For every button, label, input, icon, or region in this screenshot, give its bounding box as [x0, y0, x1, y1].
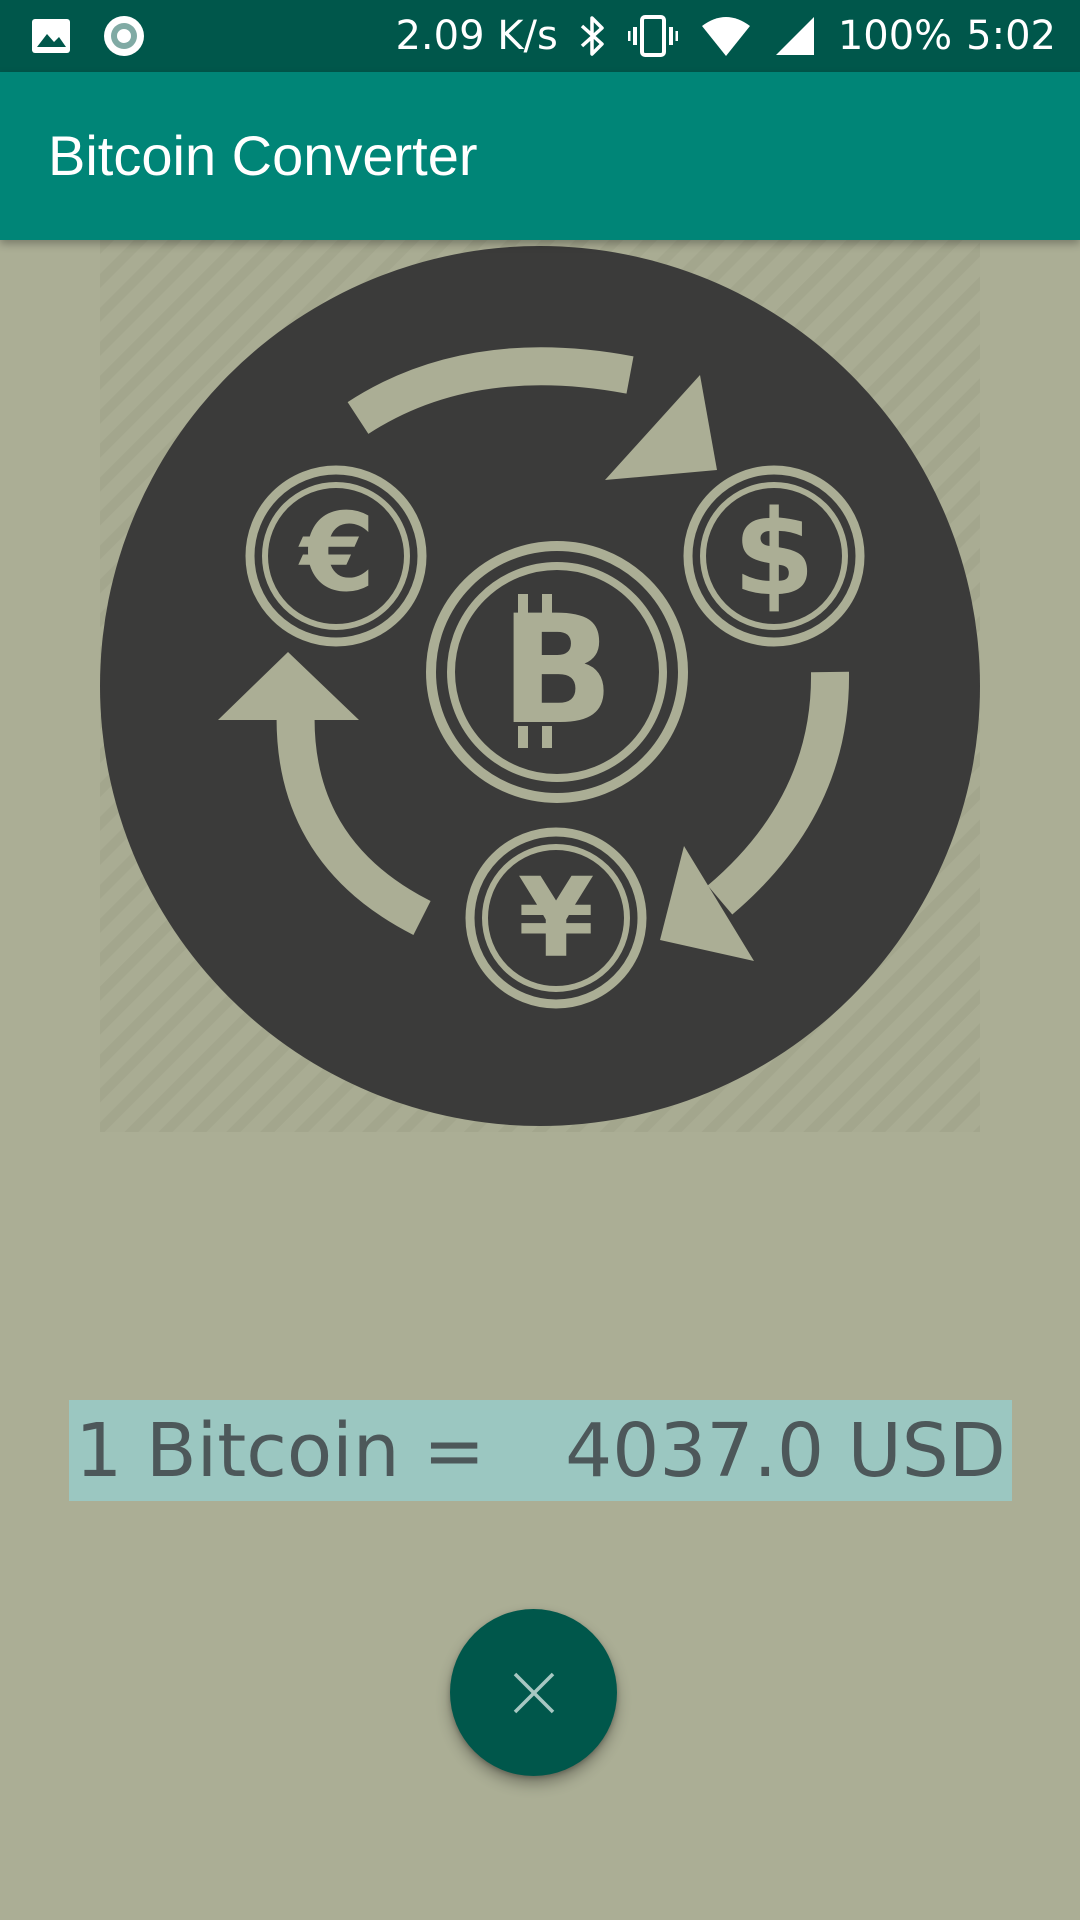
bluetooth-icon	[580, 14, 606, 58]
rate-display: 1 Bitcoin = 4037.0 USD	[69, 1400, 1012, 1501]
svg-text:$: $	[733, 484, 815, 622]
euro-icon: €	[245, 465, 427, 647]
rate-label: 1 Bitcoin =	[75, 1407, 486, 1494]
wifi-icon	[700, 16, 752, 56]
image-icon	[30, 17, 72, 55]
rate-value: 4037.0 USD	[565, 1407, 1006, 1494]
app-title: Bitcoin Converter	[48, 124, 478, 187]
battery-level: 100%	[837, 13, 953, 59]
close-button[interactable]	[450, 1609, 617, 1776]
close-icon	[513, 1672, 554, 1713]
bitcoin-icon: B	[426, 541, 688, 803]
status-bar: 2.09 K/s 100% 5:02	[0, 0, 1080, 72]
clock: 5:02	[966, 13, 1056, 59]
status-left	[30, 0, 176, 72]
currency-exchange-icon: € $ B ¥	[100, 240, 980, 1132]
yen-icon: ¥	[465, 827, 647, 1009]
signal-icon	[774, 15, 816, 57]
app-bar: Bitcoin Converter	[0, 72, 1080, 240]
net-speed: 2.09 K/s	[395, 13, 558, 59]
svg-text:¥: ¥	[518, 854, 595, 982]
record-icon	[102, 14, 146, 58]
status-right: 2.09 K/s 100% 5:02	[373, 0, 1056, 72]
svg-text:B: B	[500, 584, 614, 758]
dollar-icon: $	[683, 465, 865, 647]
vibrate-icon	[627, 14, 678, 58]
svg-text:€: €	[297, 491, 375, 616]
